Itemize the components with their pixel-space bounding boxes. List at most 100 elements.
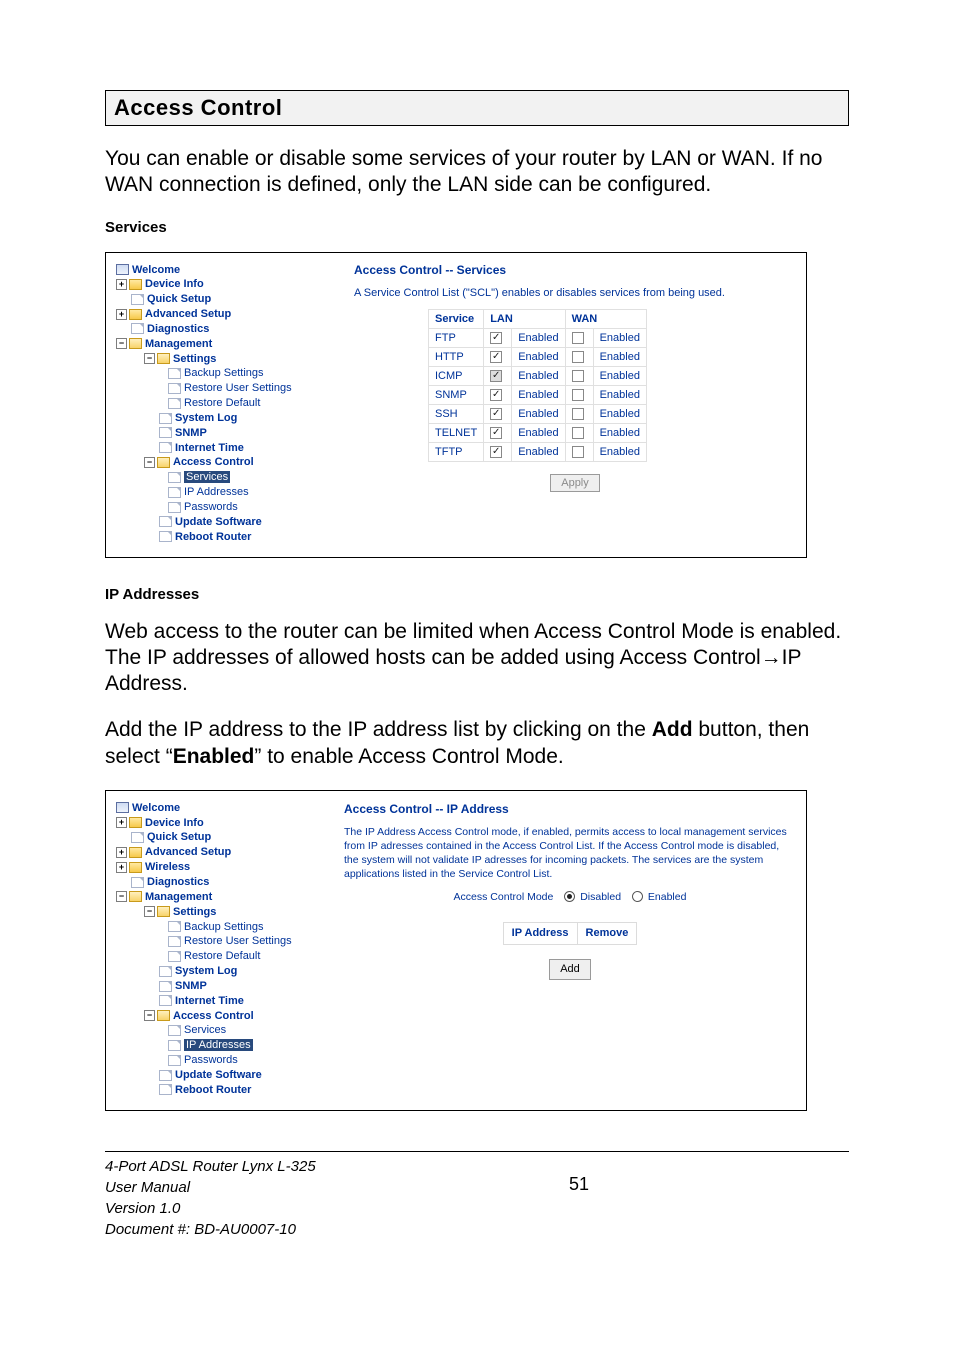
tree-system-log[interactable]: System Log [175,965,237,977]
tree-device-info[interactable]: Device Info [145,278,204,290]
tree-diagnostics[interactable]: Diagnostics [147,876,209,888]
table-row: SNMP✓EnabledEnabled [429,385,647,404]
content-pane: Access Control -- IP Address The IP Addr… [334,801,796,1098]
collapse-icon[interactable]: − [144,1010,155,1021]
add-button[interactable]: Add [549,959,591,980]
tree-services[interactable]: Services [184,471,230,483]
checkbox-wan[interactable] [572,408,584,420]
expand-icon[interactable]: + [116,279,127,290]
acm-label: Access Control Mode [454,891,554,903]
tree-welcome[interactable]: Welcome [132,802,180,814]
svc-name: ICMP [429,366,484,385]
checkbox-wan[interactable] [572,370,584,382]
lan-label: Enabled [512,404,565,423]
checkbox-lan[interactable]: ✓ [490,427,502,439]
page-icon [159,1070,172,1081]
tree-access-control[interactable]: Access Control [173,456,254,468]
tree-wireless[interactable]: Wireless [145,861,190,873]
tree-update-software[interactable]: Update Software [175,516,262,528]
tree-ip-addresses[interactable]: IP Addresses [184,1039,253,1051]
checkbox-lan[interactable]: ✓ [490,389,502,401]
tree-settings[interactable]: Settings [173,353,216,365]
collapse-icon[interactable]: − [144,457,155,468]
checkbox-lan[interactable]: ✓ [490,446,502,458]
wan-label: Enabled [593,423,646,442]
collapse-icon[interactable]: − [144,906,155,917]
tree-reboot-router[interactable]: Reboot Router [175,1084,251,1096]
tree-restore-default[interactable]: Restore Default [184,950,260,962]
tree-management[interactable]: Management [145,891,212,903]
expand-icon[interactable]: + [116,817,127,828]
intro-text: You can enable or disable some services … [105,146,849,199]
svc-name: TELNET [429,423,484,442]
services-table: Service LAN WAN FTP✓EnabledEnabledHTTP✓E… [428,309,647,463]
tree-restore-user-settings[interactable]: Restore User Settings [184,382,292,394]
tree-internet-time[interactable]: Internet Time [175,995,244,1007]
collapse-icon[interactable]: − [144,353,155,364]
tree-reboot-router[interactable]: Reboot Router [175,531,251,543]
page-footer: 4-Port ADSL Router Lynx L-325 User Manua… [105,1156,849,1240]
tree-backup-settings[interactable]: Backup Settings [184,367,264,379]
content-pane: Access Control -- Services A Service Con… [334,263,796,545]
page-icon [168,1025,181,1036]
tree-advanced-setup[interactable]: Advanced Setup [145,846,231,858]
checkbox-wan[interactable] [572,427,584,439]
tree-quick-setup[interactable]: Quick Setup [147,831,211,843]
tree-passwords[interactable]: Passwords [184,501,238,513]
tree-management[interactable]: Management [145,338,212,350]
table-row: TFTP✓EnabledEnabled [429,443,647,462]
col-remove: Remove [577,922,637,944]
wan-label: Enabled [593,347,646,366]
page-icon [159,995,172,1006]
checkbox-lan[interactable]: ✓ [490,332,502,344]
apply-button[interactable]: Apply [550,474,600,492]
checkbox-lan[interactable]: ✓ [490,408,502,420]
tree-restore-default[interactable]: Restore Default [184,397,260,409]
checkbox-wan[interactable] [572,389,584,401]
tree-advanced-setup[interactable]: Advanced Setup [145,308,231,320]
tree-diagnostics[interactable]: Diagnostics [147,323,209,335]
wan-label: Enabled [593,328,646,347]
tree-backup-settings[interactable]: Backup Settings [184,921,264,933]
page-icon [159,413,172,424]
expand-icon[interactable]: + [116,862,127,873]
checkbox-wan[interactable] [572,332,584,344]
lan-label: Enabled [512,443,565,462]
table-row: ICMP✓EnabledEnabled [429,366,647,385]
tree-access-control[interactable]: Access Control [173,1010,254,1022]
collapse-icon[interactable]: − [116,891,127,902]
expand-icon[interactable]: + [116,847,127,858]
tree-welcome[interactable]: Welcome [132,264,180,276]
page-icon [168,951,181,962]
tree-internet-time[interactable]: Internet Time [175,442,244,454]
tree-snmp[interactable]: SNMP [175,427,207,439]
tree-services[interactable]: Services [184,1024,226,1036]
footer-rule [105,1151,849,1152]
radio-enabled[interactable] [632,891,643,902]
page-icon [168,368,181,379]
checkbox-wan[interactable] [572,446,584,458]
checkbox-wan[interactable] [572,351,584,363]
tree-ip-addresses[interactable]: IP Addresses [184,486,249,498]
tree-settings[interactable]: Settings [173,906,216,918]
lan-label: Enabled [512,366,565,385]
tree-snmp[interactable]: SNMP [175,980,207,992]
svc-name: SNMP [429,385,484,404]
page-icon [131,323,144,334]
wan-label: Enabled [593,385,646,404]
expand-icon[interactable]: + [116,309,127,320]
tree-update-software[interactable]: Update Software [175,1069,262,1081]
radio-disabled[interactable] [564,891,575,902]
collapse-icon[interactable]: − [116,338,127,349]
tree-passwords[interactable]: Passwords [184,1054,238,1066]
tree-system-log[interactable]: System Log [175,412,237,424]
radio-disabled-label: Disabled [580,891,621,903]
page-icon [159,981,172,992]
folder-open-icon [157,457,170,468]
radio-enabled-label: Enabled [648,891,687,903]
tree-restore-user-settings[interactable]: Restore User Settings [184,935,292,947]
checkbox-lan[interactable]: ✓ [490,351,502,363]
tree-device-info[interactable]: Device Info [145,817,204,829]
page-icon [159,531,172,542]
tree-quick-setup[interactable]: Quick Setup [147,293,211,305]
